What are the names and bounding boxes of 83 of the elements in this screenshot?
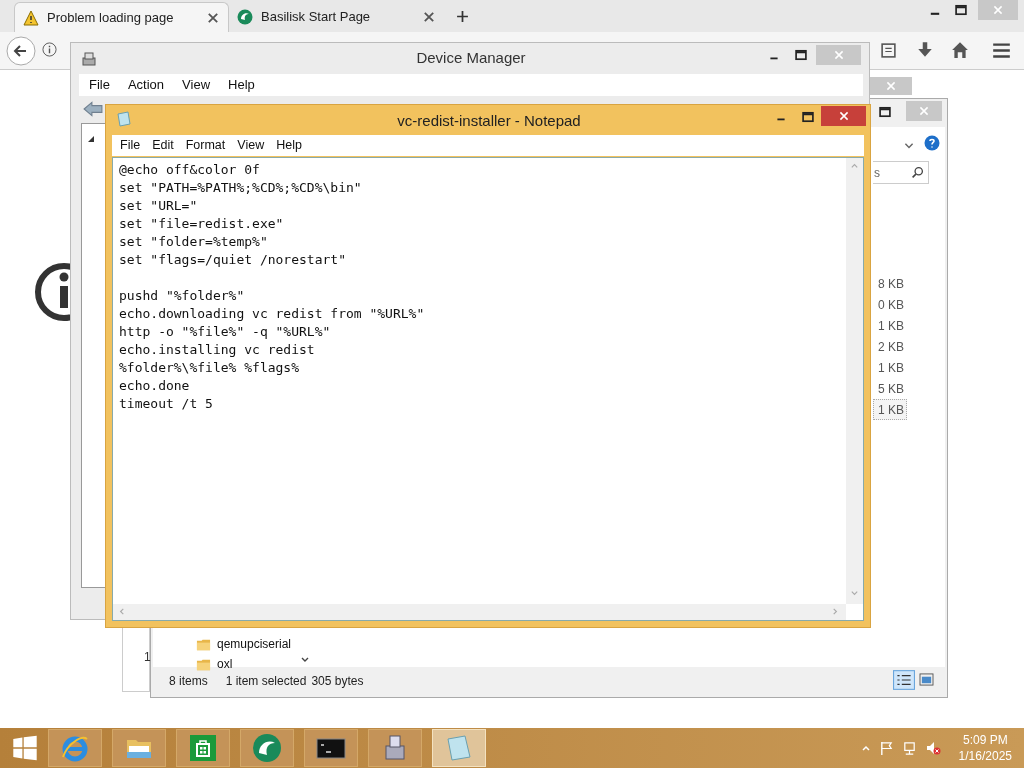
close-icon[interactable]: [422, 10, 436, 24]
home-icon[interactable]: [951, 41, 969, 59]
size-cell[interactable]: 1 KB: [873, 315, 907, 336]
code-line: echo.downloading vc redist from "%URL%": [119, 305, 425, 323]
help-icon[interactable]: [924, 135, 940, 151]
notepad-icon: [444, 733, 474, 763]
browser-tab[interactable]: Problem loading page: [14, 2, 229, 32]
show-hidden-icons-icon[interactable]: [860, 743, 871, 753]
folder-name[interactable]: qemupciserial: [217, 635, 292, 653]
status-text: 8 items: [169, 673, 208, 690]
windows-start-icon[interactable]: [12, 735, 38, 761]
device-manager-icon: [81, 51, 97, 67]
size-cell[interactable]: 5 KB: [873, 378, 907, 399]
restore-icon[interactable]: [954, 3, 968, 17]
notepad-icon: [116, 111, 132, 127]
maximize-icon[interactable]: [801, 110, 815, 124]
store-icon: [188, 733, 218, 763]
search-text: s: [874, 164, 880, 182]
window-title: vc-redist-installer - Notepad: [397, 111, 581, 131]
browser-tab[interactable]: Basilisk Start Page: [229, 2, 444, 32]
maximize-icon[interactable]: [794, 48, 808, 62]
info-icon[interactable]: [42, 42, 57, 57]
search-field[interactable]: s: [873, 161, 929, 184]
reading-list-icon[interactable]: [880, 42, 897, 59]
menu-item[interactable]: Help: [221, 75, 262, 95]
flag-icon[interactable]: [878, 740, 894, 756]
menu-item[interactable]: Help: [271, 136, 307, 155]
code-line: timeout /t 5: [119, 395, 214, 413]
info-icon: [34, 262, 70, 322]
menu-icon[interactable]: [992, 41, 1011, 60]
code-line: set "URL=": [119, 197, 199, 215]
panel-text: 1: [144, 649, 151, 666]
code-line: set "folder=%temp%": [119, 233, 269, 251]
window-title: Device Manager: [416, 48, 526, 68]
new-tab-icon[interactable]: [456, 10, 469, 23]
menu-item[interactable]: Format: [180, 136, 231, 155]
close-icon: [837, 110, 850, 122]
size-cell[interactable]: 2 KB: [873, 336, 907, 357]
taskbar-button[interactable]: [304, 729, 358, 767]
code-line: @echo off&color 0f: [119, 161, 261, 179]
tab-title: Problem loading page: [47, 8, 175, 27]
menu-item[interactable]: Edit: [147, 136, 179, 155]
details-view-icon[interactable]: [893, 670, 915, 690]
code-line: set "file=redist.exe": [119, 215, 285, 233]
close-icon: [992, 4, 1004, 16]
basilisk-icon: [252, 733, 282, 763]
basilisk-icon: [237, 9, 253, 25]
size-cell[interactable]: 1 KB: [873, 357, 907, 378]
back-arrow-icon[interactable]: [83, 101, 103, 117]
large-icons-view-icon[interactable]: [919, 673, 934, 686]
size-cell[interactable]: 1 KB: [873, 399, 907, 420]
close-button[interactable]: [821, 106, 866, 126]
status-text: 1 item selected: [225, 673, 307, 690]
folder-name[interactable]: oxl: [217, 655, 233, 673]
expand-icon[interactable]: [88, 136, 94, 142]
network-icon[interactable]: [901, 740, 917, 756]
close-icon: [832, 49, 845, 61]
tab-title: Basilisk Start Page: [261, 8, 372, 27]
code-line: %folder%\%file% %flags%: [119, 359, 300, 377]
menu-item[interactable]: File: [115, 136, 146, 155]
taskbar-button[interactable]: [240, 729, 294, 767]
menu-item[interactable]: View: [175, 75, 218, 95]
size-cell[interactable]: 8 KB: [873, 273, 907, 294]
code-line: set "PATH=%PATH%;%CD%;%CD%\bin": [119, 179, 363, 197]
warning-icon: [23, 9, 39, 26]
status-text: 305 bytes: [311, 673, 364, 690]
code-line: http -o "%file%" -q "%URL%": [119, 323, 332, 341]
code-line: pushd "%folder%": [119, 287, 246, 305]
menu-item[interactable]: Action: [120, 75, 172, 95]
close-icon: [918, 105, 930, 117]
code-line: echo.installing vc redist: [119, 341, 316, 359]
search-icon[interactable]: [911, 166, 924, 179]
code-line: set "flags=/quiet /norestart": [119, 251, 347, 269]
size-cell[interactable]: 0 KB: [873, 294, 907, 315]
close-icon: [885, 80, 897, 92]
menu-item[interactable]: File: [82, 75, 117, 95]
download-icon[interactable]: [916, 41, 934, 59]
back-button-icon[interactable]: [6, 36, 36, 66]
maximize-icon[interactable]: [878, 105, 892, 119]
menu-item[interactable]: View: [232, 136, 270, 155]
close-icon[interactable]: [206, 10, 220, 25]
volume-muted-icon[interactable]: [924, 740, 941, 756]
code-line: echo.done: [119, 377, 191, 395]
